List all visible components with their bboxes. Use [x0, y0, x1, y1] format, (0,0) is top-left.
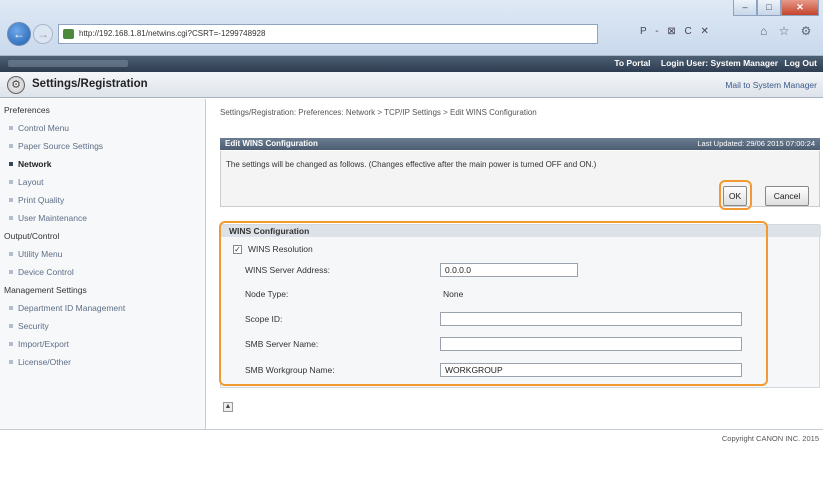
sidebar-item-device-control[interactable]: Device Control: [0, 263, 205, 281]
sidebar-item-department-id[interactable]: Department ID Management: [0, 299, 205, 317]
portal-link[interactable]: To Portal: [614, 58, 650, 68]
breadcrumb: Settings/Registration: Preferences: Netw…: [220, 108, 537, 117]
wins-resolution-label: WINS Resolution: [248, 244, 313, 254]
sidebar-item-network[interactable]: Network: [0, 155, 205, 173]
last-updated: Last Updated: 29/06 2015 07:00:24: [697, 139, 815, 148]
wins-panel: WINS Configuration ✓ WINS Resolution WIN…: [220, 224, 821, 388]
minimize-icon[interactable]: –: [733, 0, 757, 16]
top-bar: To Portal Login User: System Manager Log…: [0, 56, 823, 72]
wins-server-address-input[interactable]: [440, 263, 578, 277]
maximize-icon[interactable]: □: [757, 0, 781, 16]
wins-resolution-checkbox[interactable]: ✓: [233, 245, 242, 254]
sidebar-section-preferences: Preferences: [4, 105, 50, 115]
sidebar: Preferences Control Menu Paper Source Se…: [0, 99, 206, 429]
wins-server-address-label: WINS Server Address:: [245, 265, 331, 275]
browser-icons[interactable]: ⌂ ☆ ⚙: [760, 24, 815, 38]
sidebar-item-utility-menu[interactable]: Utility Menu: [0, 245, 205, 263]
sidebar-item-import-export[interactable]: Import/Export: [0, 335, 205, 353]
sidebar-item-security[interactable]: Security: [0, 317, 205, 335]
smb-workgroup-name-input[interactable]: [440, 363, 742, 377]
login-user-text: Login User: System Manager: [660, 58, 779, 68]
smb-workgroup-name-label: SMB Workgroup Name:: [245, 365, 335, 375]
close-icon[interactable]: ✕: [781, 0, 819, 16]
browser-chrome: – □ ✕ ← → http://192.168.1.81/netwins.cg…: [0, 0, 823, 56]
scope-id-input[interactable]: [440, 312, 742, 326]
window-controls: – □ ✕: [733, 0, 819, 18]
sidebar-item-control-menu[interactable]: Control Menu: [0, 119, 205, 137]
smb-server-name-input[interactable]: [440, 337, 742, 351]
mail-link[interactable]: Mail to System Manager: [725, 80, 817, 90]
address-bar[interactable]: http://192.168.1.81/netwins.cgi?CSRT=-12…: [58, 24, 598, 44]
smb-server-name-label: SMB Server Name:: [245, 339, 319, 349]
sidebar-section-output-control: Output/Control: [4, 231, 60, 241]
sidebar-item-license-other[interactable]: License/Other: [0, 353, 205, 371]
back-button[interactable]: ←: [7, 22, 31, 46]
page-title: Settings/Registration: [32, 78, 148, 90]
copyright: Copyright CANON INC. 2015: [721, 434, 819, 443]
header: ⚙ Settings/Registration Mail to System M…: [0, 72, 823, 98]
device-name: [8, 60, 128, 67]
sidebar-item-layout[interactable]: Layout: [0, 173, 205, 191]
scope-id-label: Scope ID:: [245, 314, 283, 324]
footer-divider: [0, 429, 823, 430]
top-links: To Portal Login User: System Manager Log…: [606, 58, 817, 68]
settings-gear-icon: ⚙: [7, 76, 25, 94]
forward-button[interactable]: →: [33, 24, 53, 44]
ok-highlight: [719, 180, 752, 210]
node-type-label: Node Type:: [245, 289, 289, 299]
cancel-button[interactable]: Cancel: [765, 186, 809, 206]
logout-link[interactable]: Log Out: [784, 58, 817, 68]
sidebar-item-print-quality[interactable]: Print Quality: [0, 191, 205, 209]
node-type-value: None: [443, 289, 464, 299]
change-message: The settings will be changed as follows.…: [226, 160, 597, 169]
wins-heading: WINS Configuration: [221, 225, 821, 237]
sidebar-item-user-maintenance[interactable]: User Maintenance: [0, 209, 205, 227]
page-icon: [63, 29, 74, 39]
main-content: Settings/Registration: Preferences: Netw…: [207, 99, 823, 429]
sidebar-section-management: Management Settings: [4, 285, 87, 295]
sidebar-item-paper-source[interactable]: Paper Source Settings: [0, 137, 205, 155]
url-text: http://192.168.1.81/netwins.cgi?CSRT=-12…: [79, 29, 266, 38]
edit-title: Edit WINS Configuration: [225, 139, 318, 148]
page-top-icon[interactable]: ▲: [223, 402, 233, 412]
edit-title-bar: Edit WINS Configuration Last Updated: 29…: [220, 138, 820, 150]
address-tools[interactable]: P - ⊠ C ✕: [640, 26, 712, 37]
